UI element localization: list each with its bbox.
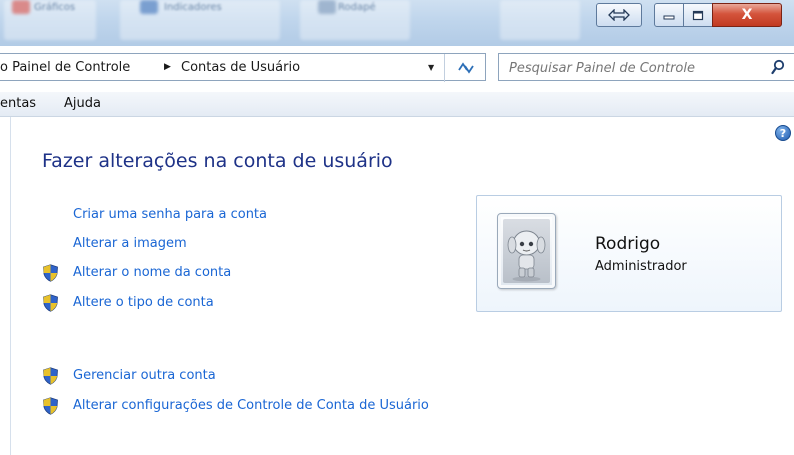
user-name: Rodrigo	[595, 234, 661, 254]
uac-shield-icon	[43, 264, 58, 282]
ghost-icon	[318, 0, 336, 14]
search-input[interactable]	[507, 58, 761, 78]
uac-shield-icon	[43, 397, 58, 415]
breadcrumb-user-accounts[interactable]: Contas de Usuário	[181, 60, 300, 75]
user-picture	[503, 219, 550, 283]
minimize-button[interactable]	[654, 3, 684, 27]
minimize-icon	[663, 15, 675, 20]
ghost-label: Gráficos	[34, 2, 76, 13]
create-password-link[interactable]: Criar uma senha para a conta	[73, 207, 267, 222]
manage-other-account-link[interactable]: Gerenciar outra conta	[73, 368, 216, 383]
close-button[interactable]: X	[712, 3, 782, 27]
refresh-icon	[458, 62, 474, 74]
menu-help[interactable]: Ajuda	[64, 96, 101, 111]
address-bar[interactable]: o Painel de Controle ▶ Contas de Usuário…	[0, 53, 487, 82]
double-arrow-icon	[608, 9, 630, 21]
uac-shield-icon	[43, 367, 58, 385]
maximize-button[interactable]	[683, 3, 713, 27]
change-account-type-link[interactable]: Altere o tipo de conta	[73, 295, 214, 310]
background-toolbar-blur	[500, 0, 580, 40]
main-content: ? Fazer alterações na conta de usuário C…	[0, 117, 794, 455]
menu-tools[interactable]: entas	[0, 96, 36, 111]
ghost-icon	[12, 0, 30, 14]
uac-settings-link[interactable]: Alterar configurações de Controle de Con…	[73, 398, 429, 413]
change-picture-link[interactable]: Alterar a imagem	[73, 236, 187, 251]
help-icon[interactable]: ?	[775, 125, 791, 141]
address-row: o Painel de Controle ▶ Contas de Usuário…	[0, 53, 794, 83]
robot-figure-icon	[507, 230, 546, 282]
rename-account-link[interactable]: Alterar o nome da conta	[73, 265, 231, 280]
search-box[interactable]	[498, 53, 794, 81]
page-title: Fazer alterações na conta de usuário	[42, 150, 393, 172]
maximize-icon	[692, 10, 704, 20]
breadcrumb-separator-icon[interactable]: ▶	[164, 62, 171, 72]
refresh-button[interactable]	[444, 54, 487, 82]
user-account-card: Rodrigo Administrador	[476, 195, 782, 312]
uac-shield-icon	[43, 294, 58, 312]
search-icon[interactable]	[771, 59, 785, 75]
user-role: Administrador	[595, 259, 687, 274]
close-icon: X	[741, 7, 753, 23]
ghost-icon	[140, 0, 158, 14]
ghost-label: Indicadores	[164, 2, 222, 13]
ghost-label: Rodapé	[338, 2, 376, 13]
window-title-bar: Gráficos Indicadores Rodapé X	[0, 0, 794, 46]
left-pane-divider	[10, 117, 11, 455]
breadcrumb-control-panel[interactable]: o Painel de Controle	[0, 60, 130, 75]
menu-bar: entas Ajuda	[0, 92, 794, 117]
resize-button[interactable]	[596, 3, 642, 27]
address-dropdown-icon[interactable]: ▼	[428, 63, 434, 72]
avatar[interactable]	[497, 213, 556, 289]
